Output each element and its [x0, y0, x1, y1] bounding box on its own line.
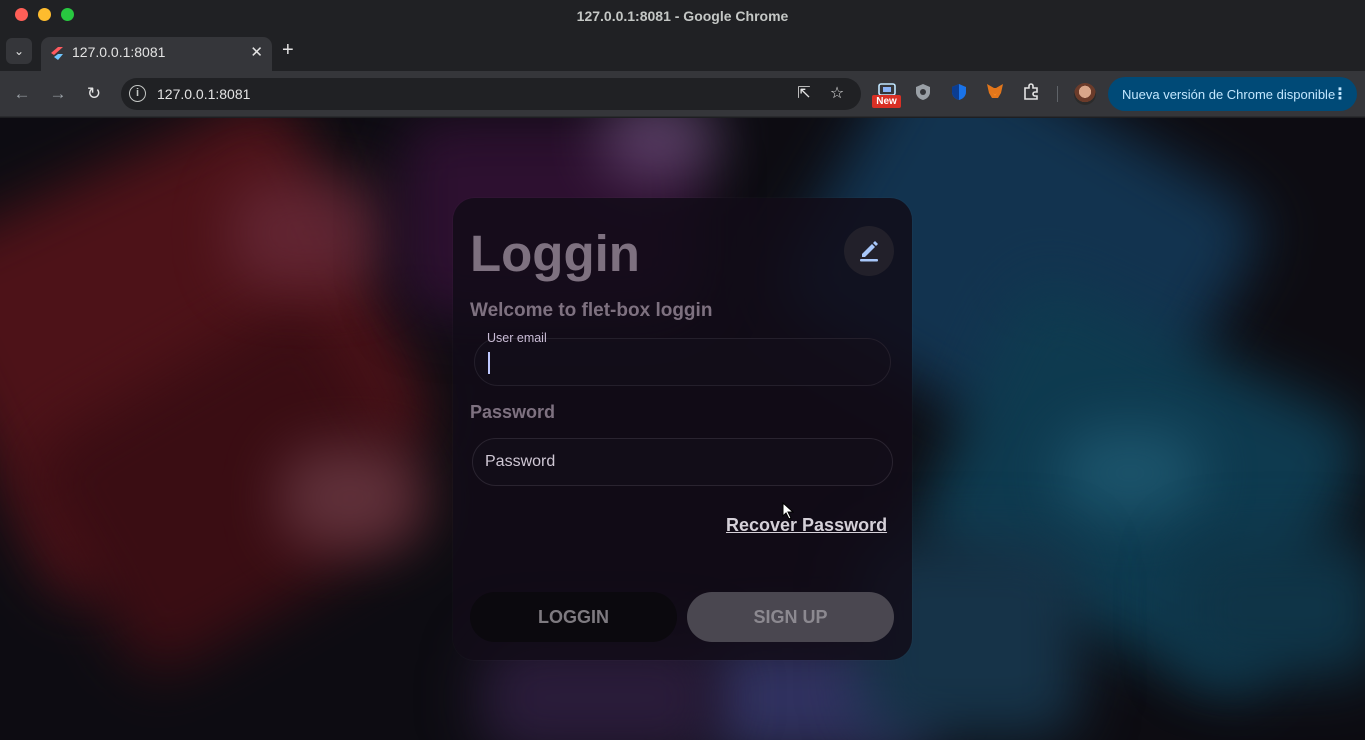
chrome-update-button[interactable]: Nueva versión de Chrome disponible ⋮	[1108, 77, 1357, 111]
welcome-text: Welcome to flet-box loggin	[470, 300, 713, 321]
text-caret	[488, 352, 490, 374]
background-blob	[280, 448, 420, 548]
tab-title: 127.0.0.1:8081	[72, 44, 166, 60]
tab-active[interactable]: 127.0.0.1:8081 ✕	[41, 37, 272, 71]
toolbar-separator	[1057, 86, 1058, 102]
recover-password-link[interactable]: Recover Password	[726, 515, 887, 536]
tab-close-icon[interactable]: ✕	[250, 43, 263, 61]
open-in-window-icon[interactable]: ⇱	[794, 84, 814, 104]
login-title: Loggin	[470, 225, 640, 282]
flutter-favicon-icon	[51, 47, 63, 60]
update-label: Nueva versión de Chrome disponible	[1122, 87, 1336, 102]
vpn-shield-icon[interactable]	[948, 83, 970, 105]
background-blob	[230, 178, 390, 288]
background-blob	[1180, 538, 1365, 678]
page-viewport: Loggin Welcome to flet-box loggin User e…	[0, 118, 1365, 740]
password-field[interactable]	[472, 438, 893, 486]
kebab-menu-icon[interactable]: ⋮	[1332, 84, 1348, 104]
background-blob	[600, 118, 720, 178]
login-card: Loggin Welcome to flet-box loggin User e…	[453, 198, 912, 660]
shield-icon[interactable]	[912, 83, 934, 105]
new-tab-button[interactable]: +	[282, 40, 294, 60]
new-badge: New	[872, 95, 901, 108]
tab-search-button[interactable]: ⌄	[6, 38, 32, 64]
mouse-cursor-icon	[782, 502, 794, 520]
bookmark-star-icon[interactable]: ☆	[827, 84, 847, 104]
back-button[interactable]: ←	[11, 83, 33, 105]
login-button[interactable]: LOGGIN	[470, 592, 677, 642]
url-text[interactable]: 127.0.0.1:8081	[157, 86, 250, 102]
password-input[interactable]	[485, 451, 875, 473]
address-bar[interactable]: i 127.0.0.1:8081 ⇱ ☆	[121, 78, 861, 110]
signup-button[interactable]: SIGN UP	[687, 592, 894, 642]
window-title: 127.0.0.1:8081 - Google Chrome	[576, 8, 789, 24]
email-field-label: User email	[487, 331, 547, 345]
tab-strip: ⌄ 127.0.0.1:8081 ✕	[0, 31, 1365, 71]
email-field[interactable]	[474, 338, 891, 386]
site-info-icon[interactable]: i	[129, 85, 146, 102]
metamask-fox-icon[interactable]	[984, 83, 1006, 105]
forward-button[interactable]: →	[47, 83, 69, 105]
background-blob	[1060, 428, 1200, 518]
pencil-icon	[860, 241, 878, 262]
password-heading: Password	[470, 402, 556, 422]
reload-button[interactable]: ↻	[83, 83, 105, 105]
puzzle-extensions-icon[interactable]	[1020, 83, 1042, 105]
profile-avatar[interactable]	[1074, 83, 1096, 105]
edit-button[interactable]	[844, 226, 894, 276]
window-titlebar: 127.0.0.1:8081 - Google Chrome	[0, 0, 1365, 31]
